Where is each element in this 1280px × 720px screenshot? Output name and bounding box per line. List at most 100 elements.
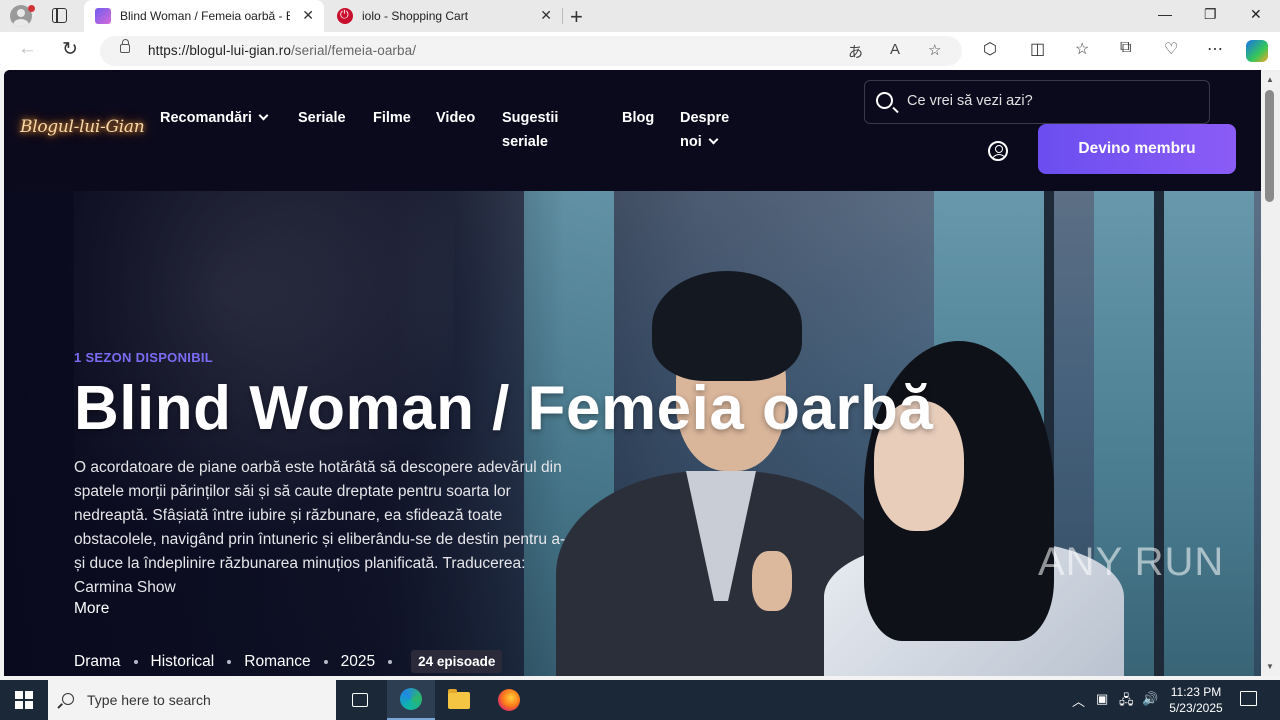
close-window-icon[interactable]: ✕ bbox=[1250, 6, 1262, 23]
page-scrollbar[interactable]: ▲ ▼ bbox=[1261, 70, 1280, 676]
read-aloud-icon[interactable]: A bbox=[890, 41, 900, 58]
nav-label: Video bbox=[436, 110, 476, 126]
url-text[interactable]: https://blogul-lui-gian.ro/serial/femeia… bbox=[148, 43, 416, 58]
clock-date: 5/23/2025 bbox=[1169, 701, 1223, 715]
task-view-button[interactable] bbox=[336, 680, 384, 720]
taskbar-search-placeholder: Type here to search bbox=[87, 692, 211, 708]
chevron-down-icon bbox=[708, 134, 719, 145]
nav-label: noi bbox=[680, 134, 702, 150]
nav-video[interactable]: Video bbox=[436, 106, 475, 130]
search-icon bbox=[62, 693, 74, 705]
more-options-icon[interactable]: ⋯ bbox=[1207, 39, 1223, 59]
nav-label: Filme bbox=[373, 110, 411, 126]
web-page: Blogul-lui-Gian Recomandări Seriale Film… bbox=[4, 70, 1261, 676]
windows-start-icon[interactable] bbox=[15, 691, 33, 709]
notification-center-icon[interactable] bbox=[1240, 691, 1257, 706]
nav-seriale[interactable]: Seriale bbox=[298, 106, 346, 130]
show-description: O acordatoare de piane oarbă este hotărâ… bbox=[74, 459, 566, 596]
site-header: Blogul-lui-Gian Recomandări Seriale Film… bbox=[4, 70, 1261, 191]
taskbar-file-explorer[interactable] bbox=[435, 680, 483, 720]
anyrun-watermark: ANY RUN bbox=[1038, 540, 1225, 584]
nav-label: Sugestii bbox=[502, 110, 559, 126]
collections-icon[interactable]: ⧉ bbox=[1120, 39, 1131, 57]
taskbar-search-box[interactable]: Type here to search bbox=[48, 680, 336, 720]
system-clock[interactable]: 11:23 PM 5/23/2025 bbox=[1166, 684, 1226, 716]
more-link[interactable]: More bbox=[74, 600, 109, 618]
tab-title: Blind Woman / Femeia oarbă - B bbox=[120, 9, 290, 23]
folder-icon bbox=[448, 688, 470, 709]
windows-taskbar: Type here to search ︿ ▣ 🖧 🔊 11:23 PM 5/2… bbox=[0, 680, 1280, 720]
tab-actions-icon[interactable] bbox=[52, 8, 67, 23]
copilot-icon[interactable] bbox=[1246, 40, 1268, 62]
scroll-down-arrow-icon[interactable]: ▼ bbox=[1266, 662, 1274, 671]
nav-recomandari[interactable]: Recomandări bbox=[160, 106, 269, 130]
search-icon[interactable] bbox=[876, 92, 893, 109]
blog-favicon-icon bbox=[95, 8, 111, 24]
split-screen-icon[interactable]: ◫ bbox=[1030, 39, 1045, 59]
nav-despre-noi[interactable]: Despre noi bbox=[680, 106, 729, 154]
iolo-favicon-icon bbox=[337, 8, 353, 24]
tab-blind-woman[interactable]: Blind Woman / Femeia oarbă - B ✕ bbox=[84, 0, 324, 32]
close-tab-icon[interactable]: ✕ bbox=[540, 7, 552, 24]
minimize-icon[interactable]: — bbox=[1158, 6, 1172, 22]
firefox-icon bbox=[498, 689, 520, 711]
tab-divider bbox=[562, 8, 563, 24]
nav-label: Recomandări bbox=[160, 110, 252, 126]
nav-label: seriale bbox=[502, 134, 548, 150]
search-input[interactable] bbox=[907, 93, 1187, 109]
extensions-icon[interactable]: ⬡ bbox=[983, 39, 997, 59]
taskbar-edge[interactable] bbox=[387, 680, 435, 720]
meta-separator bbox=[388, 659, 393, 664]
browser-essentials-icon[interactable]: ♡ bbox=[1164, 39, 1178, 59]
hero-banner: 1 SEZON DISPONIBIL Blind Woman / Femeia … bbox=[4, 191, 1261, 676]
genre-tag[interactable]: Drama bbox=[74, 653, 121, 671]
tray-overflow-chevron-icon[interactable]: ︿ bbox=[1072, 691, 1085, 710]
genre-tag[interactable]: Historical bbox=[151, 653, 215, 671]
nav-filme[interactable]: Filme bbox=[373, 106, 411, 130]
edge-icon bbox=[400, 688, 422, 710]
favorites-icon[interactable]: ☆ bbox=[1075, 39, 1089, 59]
become-member-button[interactable]: Devino membru bbox=[1038, 124, 1236, 174]
nav-blog[interactable]: Blog bbox=[622, 106, 654, 130]
nav-label: Seriale bbox=[298, 110, 346, 126]
meta-separator bbox=[227, 659, 232, 664]
scroll-up-arrow-icon[interactable]: ▲ bbox=[1266, 75, 1274, 84]
address-bar[interactable]: https://blogul-lui-gian.ro/serial/femeia… bbox=[100, 36, 962, 66]
user-account-icon[interactable] bbox=[988, 141, 1008, 161]
genre-tag[interactable]: Romance bbox=[244, 653, 310, 671]
network-icon[interactable]: 🖧 bbox=[1119, 691, 1134, 713]
restore-icon[interactable]: ❐ bbox=[1204, 6, 1217, 23]
clock-time: 11:23 PM bbox=[1170, 685, 1222, 699]
site-search-box[interactable] bbox=[864, 80, 1210, 124]
taskbar-firefox[interactable] bbox=[485, 680, 533, 720]
nav-label: Blog bbox=[622, 110, 655, 126]
browser-tab-strip: Blind Woman / Femeia oarbă - B ✕ iolo - … bbox=[0, 0, 1280, 32]
window-frame bbox=[1154, 191, 1164, 676]
tray-device-icon[interactable]: ▣ bbox=[1096, 691, 1108, 707]
tab-iolo-shopping-cart[interactable]: iolo - Shopping Cart ✕ bbox=[326, 0, 562, 32]
scroll-thumb[interactable] bbox=[1265, 90, 1274, 202]
actor-hand bbox=[752, 551, 792, 611]
translate-icon[interactable]: あ bbox=[848, 41, 863, 62]
tab-title: iolo - Shopping Cart bbox=[362, 9, 469, 23]
meta-separator bbox=[133, 659, 138, 664]
task-view-icon bbox=[352, 693, 368, 707]
episodes-badge: 24 episoade bbox=[411, 650, 503, 673]
meta-separator bbox=[323, 659, 328, 664]
new-tab-plus-icon[interactable]: + bbox=[570, 4, 583, 30]
site-logo[interactable]: Blogul-lui-Gian bbox=[20, 117, 145, 137]
profile-notification-dot bbox=[28, 5, 35, 12]
nav-sugestii-seriale[interactable]: Sugestii seriale bbox=[502, 106, 558, 154]
back-arrow-icon[interactable]: ← bbox=[18, 38, 37, 60]
release-year: 2025 bbox=[340, 652, 376, 670]
favorite-star-icon[interactable]: ☆ bbox=[928, 41, 941, 59]
season-label: 1 SEZON DISPONIBIL bbox=[74, 350, 214, 365]
nav-label: Despre bbox=[680, 110, 730, 126]
chevron-down-icon bbox=[258, 110, 269, 121]
lock-icon[interactable] bbox=[120, 39, 130, 53]
show-meta: Drama Historical Romance 2025 24 episoad… bbox=[74, 650, 503, 673]
volume-icon[interactable]: 🔊 bbox=[1142, 691, 1158, 707]
reload-icon[interactable]: ↻ bbox=[62, 38, 78, 61]
show-title: Blind Woman / Femeia oarbă bbox=[74, 374, 934, 443]
close-tab-icon[interactable]: ✕ bbox=[302, 7, 314, 24]
